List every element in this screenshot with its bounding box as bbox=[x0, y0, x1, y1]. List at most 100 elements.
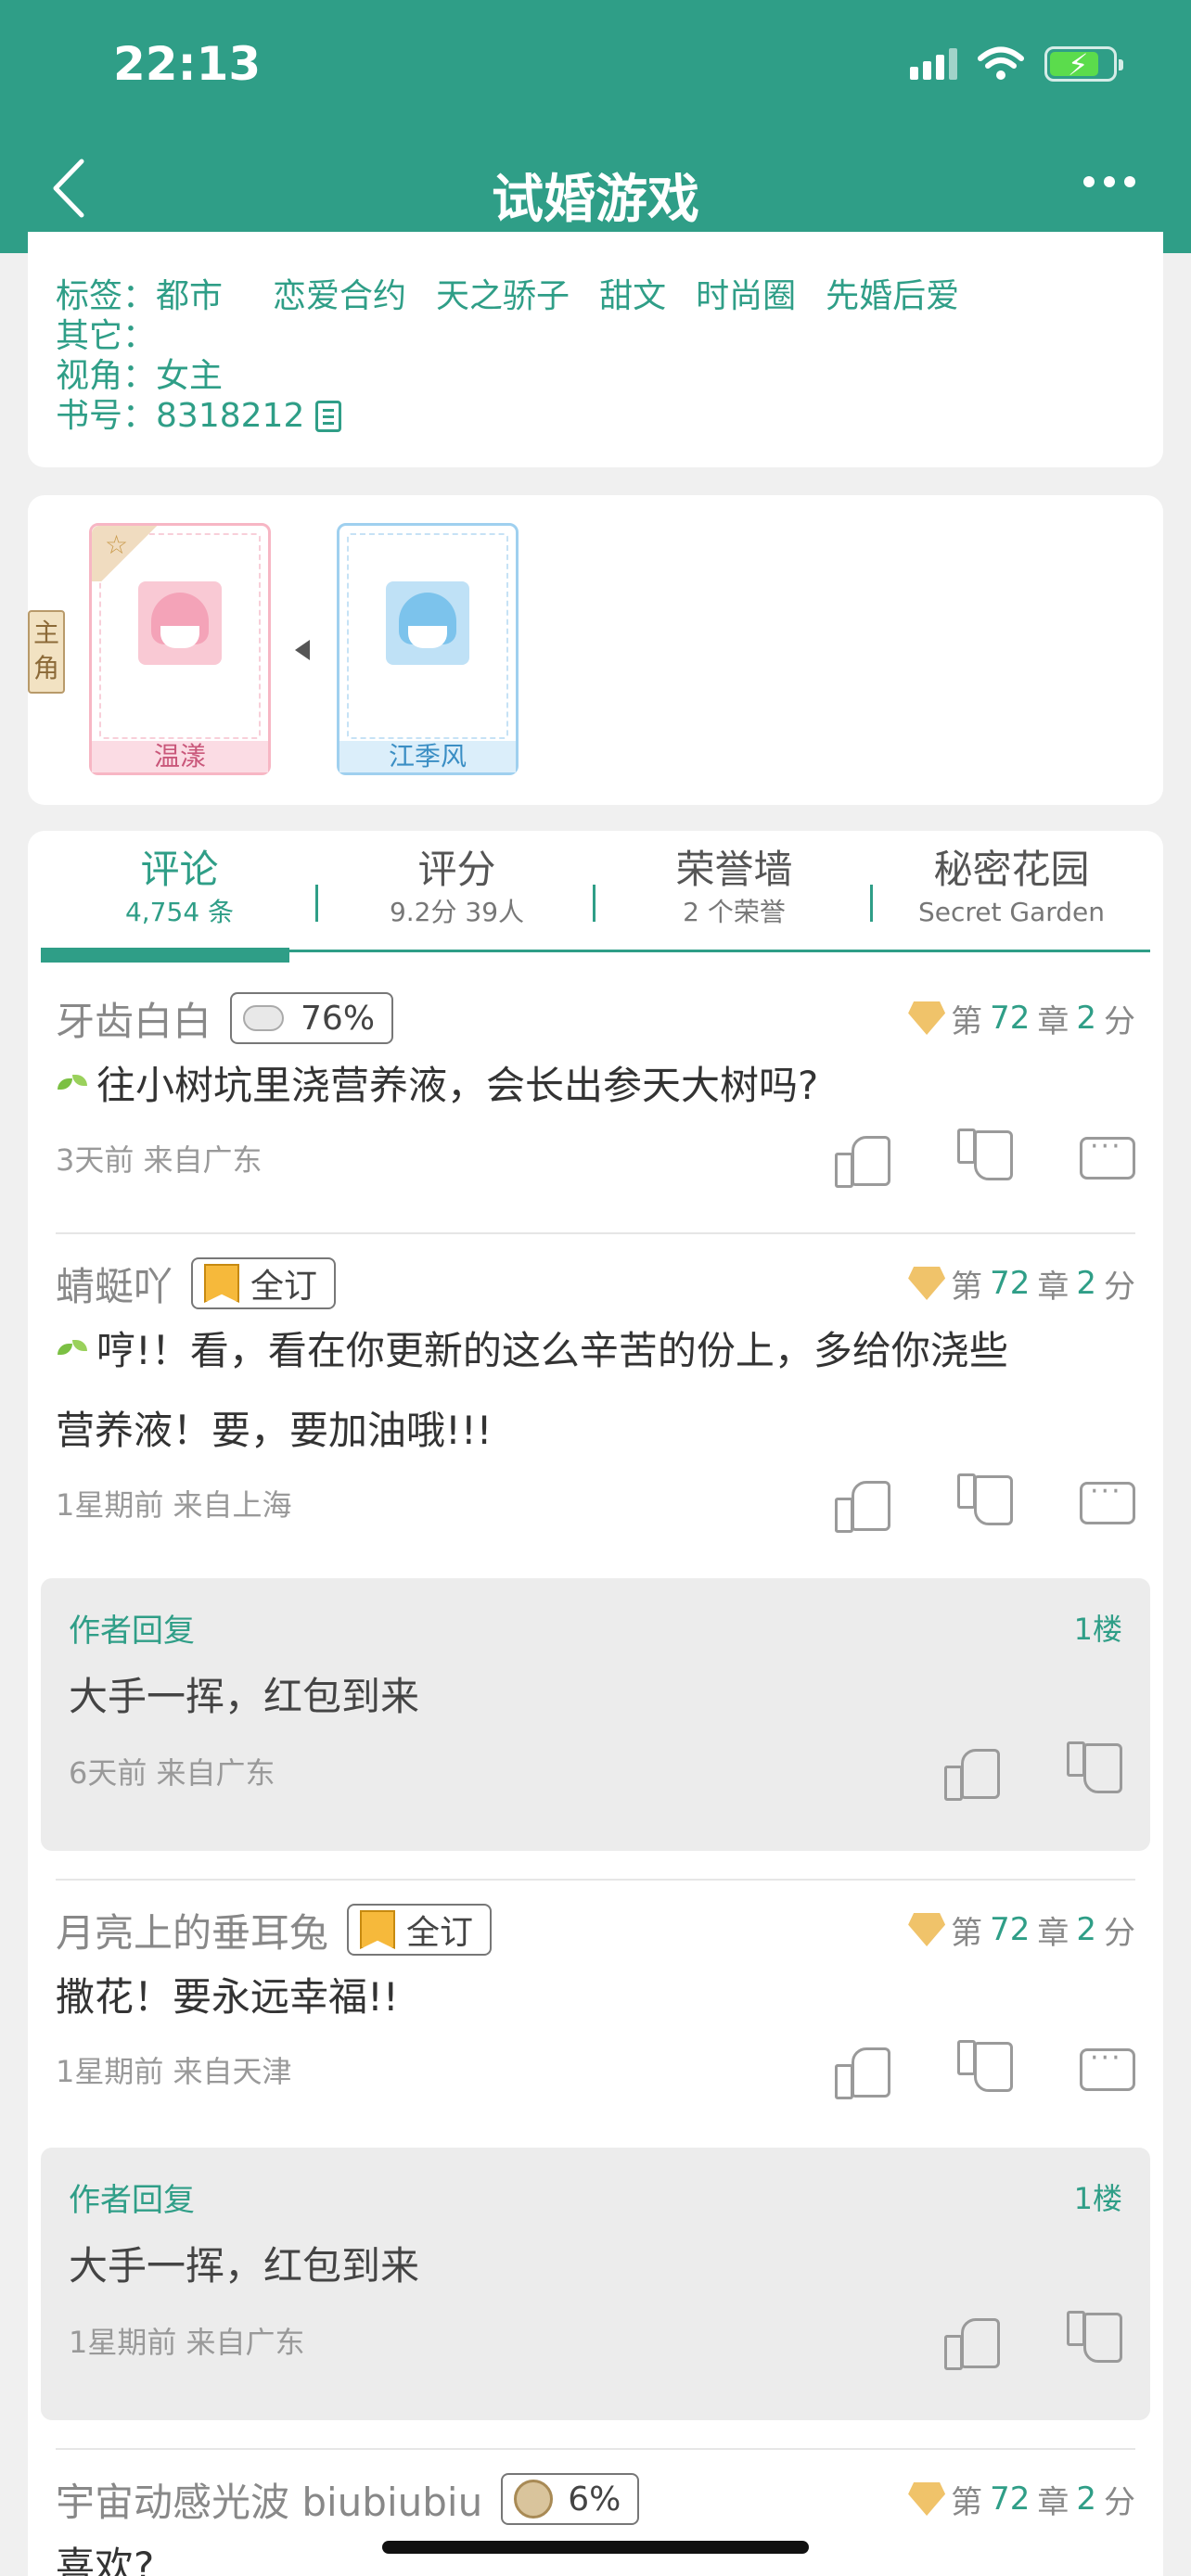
book-info-card: 标签： 都市 恋爱合约 天之骄子 甜文 时尚圈 先婚后爱 其它： 视角： 女主 … bbox=[28, 232, 1163, 467]
character-card[interactable]: 江季风 bbox=[337, 523, 519, 775]
relation-arrow-icon bbox=[295, 640, 310, 660]
reply-icon[interactable] bbox=[1080, 1130, 1135, 1180]
home-indicator[interactable] bbox=[382, 2541, 809, 2554]
tab-subtitle: 9.2分 39人 bbox=[389, 897, 525, 927]
other-label: 其它： bbox=[56, 317, 157, 355]
chapter-info: 第 72 章 2 分 bbox=[908, 996, 1135, 1041]
status-time: 22:13 bbox=[113, 37, 262, 91]
dislike-icon[interactable] bbox=[957, 1132, 1013, 1184]
comment-meta: 3天前 来自广东 bbox=[56, 1142, 263, 1178]
user-badge: 76% bbox=[230, 992, 394, 1044]
tag-item[interactable]: 恋爱合约 bbox=[273, 276, 406, 316]
tab-subtitle: Secret Garden bbox=[917, 897, 1106, 927]
pov-label: 视角： bbox=[56, 357, 157, 395]
dislike-icon[interactable] bbox=[1067, 2315, 1122, 2366]
comment-meta: 1星期前 来自天津 bbox=[56, 2054, 292, 2089]
signal-icon bbox=[910, 48, 957, 80]
wifi-icon bbox=[978, 46, 1024, 80]
tab-rating[interactable]: 评分 9.2分 39人 bbox=[318, 844, 596, 948]
like-icon[interactable] bbox=[835, 1477, 890, 1533]
diamond-icon bbox=[908, 1001, 946, 1035]
book-number-value: 8318212 bbox=[156, 397, 305, 435]
dislike-icon[interactable] bbox=[957, 1477, 1013, 1529]
comment-item: 宇宙动感光波 biubiubiu 6% 第 72 章 2 分 喜欢? bbox=[56, 2471, 1135, 2576]
reply-text: 大手一挥，红包到来 bbox=[69, 2243, 420, 2289]
tag-item[interactable]: 甜文 bbox=[599, 276, 666, 316]
divider bbox=[56, 1879, 1135, 1881]
tab-divider bbox=[593, 885, 596, 922]
author-reply-label: 作者回复 bbox=[69, 1612, 195, 1650]
comment-text: 哼!！看，看在你更新的这么辛苦的份上，多给你浇些 营养液！要，要加油哦!!! bbox=[56, 1328, 1008, 1453]
divider bbox=[56, 2448, 1135, 2450]
author-reply: 作者回复 1楼 大手一挥，红包到来 1星期前 来自广东 bbox=[41, 2148, 1150, 2420]
sprout-icon bbox=[56, 1071, 91, 1099]
tab-divider bbox=[315, 885, 318, 922]
book-number-label: 书号： bbox=[56, 397, 157, 435]
like-icon[interactable] bbox=[835, 1132, 890, 1188]
tab-title: 评分 bbox=[417, 847, 496, 892]
other-row: 其它： bbox=[56, 316, 1135, 356]
sprout-icon bbox=[56, 1336, 91, 1364]
characters-card: 主角 ☆ 温漾 江季风 bbox=[28, 495, 1163, 805]
like-icon[interactable] bbox=[835, 2044, 890, 2099]
chapter-info: 第 72 章 2 分 bbox=[908, 1261, 1135, 1307]
tab-subtitle: 4,754 条 bbox=[124, 897, 235, 927]
comment-username[interactable]: 牙齿白白 bbox=[56, 990, 211, 1047]
star-corner: ☆ bbox=[92, 526, 166, 581]
tag-item[interactable]: 时尚圈 bbox=[696, 276, 796, 316]
comment-username[interactable]: 宇宙动感光波 biubiubiu bbox=[56, 2471, 482, 2528]
like-icon[interactable] bbox=[944, 1745, 1000, 1801]
avatar bbox=[138, 581, 222, 665]
comment-item: 蜻蜓吖 全订 第 72 章 2 分 哼!！看，看在你更新的这么辛苦的份上，多给你浇些 营养… bbox=[56, 1256, 1135, 1536]
bookmark-icon bbox=[360, 1910, 396, 1949]
divider bbox=[56, 1232, 1135, 1234]
tag-item[interactable]: 天之骄子 bbox=[436, 276, 570, 316]
tab-secret-garden[interactable]: 秘密花园 Secret Garden bbox=[873, 844, 1150, 948]
diamond-icon bbox=[908, 2482, 946, 2516]
diamond-icon bbox=[908, 1267, 946, 1300]
tab-honor-wall[interactable]: 荣誉墙 2 个荣誉 bbox=[596, 844, 873, 948]
floor-number: 1楼 bbox=[1073, 1612, 1122, 1647]
reply-icon[interactable] bbox=[1080, 2042, 1135, 2091]
tags-label: 标签： bbox=[56, 277, 157, 315]
reply-meta: 6天前 来自广东 bbox=[69, 1755, 275, 1791]
comment-text: 撒花！要永远幸福!! bbox=[56, 1974, 399, 2020]
tab-title: 评论 bbox=[140, 847, 219, 892]
tab-active-indicator bbox=[41, 948, 289, 963]
comment-username[interactable]: 月亮上的垂耳兔 bbox=[56, 1902, 328, 1958]
pov-row: 视角： 女主 bbox=[56, 356, 1135, 396]
reply-meta: 1星期前 来自广东 bbox=[69, 2325, 305, 2360]
author-reply-label: 作者回复 bbox=[69, 2181, 195, 2219]
comments-card: 评论 4,754 条 评分 9.2分 39人 荣誉墙 2 个荣誉 秘密花园 Se… bbox=[28, 831, 1163, 2576]
badge-label: 全订 bbox=[250, 1268, 318, 1306]
character-name: 江季风 bbox=[339, 741, 516, 772]
user-badge: 6% bbox=[501, 2473, 640, 2525]
diamond-icon bbox=[908, 1913, 946, 1946]
comment-username[interactable]: 蜻蜓吖 bbox=[56, 1256, 173, 1312]
chapter-info: 第 72 章 2 分 bbox=[908, 1907, 1135, 1953]
tab-bar: 评论 4,754 条 评分 9.2分 39人 荣誉墙 2 个荣誉 秘密花园 Se… bbox=[41, 844, 1150, 948]
badge-label: 6% bbox=[568, 2480, 621, 2519]
character-name: 温漾 bbox=[92, 741, 268, 772]
more-menu-icon[interactable] bbox=[1083, 176, 1135, 187]
character-card[interactable]: ☆ 温漾 bbox=[89, 523, 271, 775]
coin-icon bbox=[514, 2480, 554, 2519]
like-icon[interactable] bbox=[944, 2315, 1000, 2370]
top-bar: 22:13 ⚡ 试婚游戏 bbox=[0, 0, 1191, 253]
badge-label: 76% bbox=[301, 999, 376, 1038]
pov-value: 女主 bbox=[156, 357, 224, 395]
dislike-icon[interactable] bbox=[957, 2044, 1013, 2096]
book-number-row: 书号： 8318212 bbox=[56, 396, 1135, 436]
comment-item: 牙齿白白 76% 第 72 章 2 分 往小树坑里浇营养液，会长出参天大树吗? 3天前 … bbox=[56, 990, 1135, 1191]
dislike-icon[interactable] bbox=[1067, 1745, 1122, 1797]
user-badge: 全订 bbox=[191, 1257, 337, 1309]
tag-item[interactable]: 先婚后爱 bbox=[826, 276, 959, 316]
badge-label: 全订 bbox=[406, 1914, 474, 1952]
tab-title: 荣誉墙 bbox=[675, 847, 793, 892]
copy-icon[interactable] bbox=[315, 400, 342, 432]
comment-item: 月亮上的垂耳兔 全订 第 72 章 2 分 撒花！要永远幸福!! 1星期前 来自天津 bbox=[56, 1902, 1135, 2102]
reply-icon[interactable] bbox=[1080, 1475, 1135, 1524]
tag-item[interactable]: 都市 bbox=[156, 276, 223, 316]
tab-comments[interactable]: 评论 4,754 条 bbox=[41, 844, 318, 948]
bookmark-icon bbox=[204, 1264, 240, 1303]
